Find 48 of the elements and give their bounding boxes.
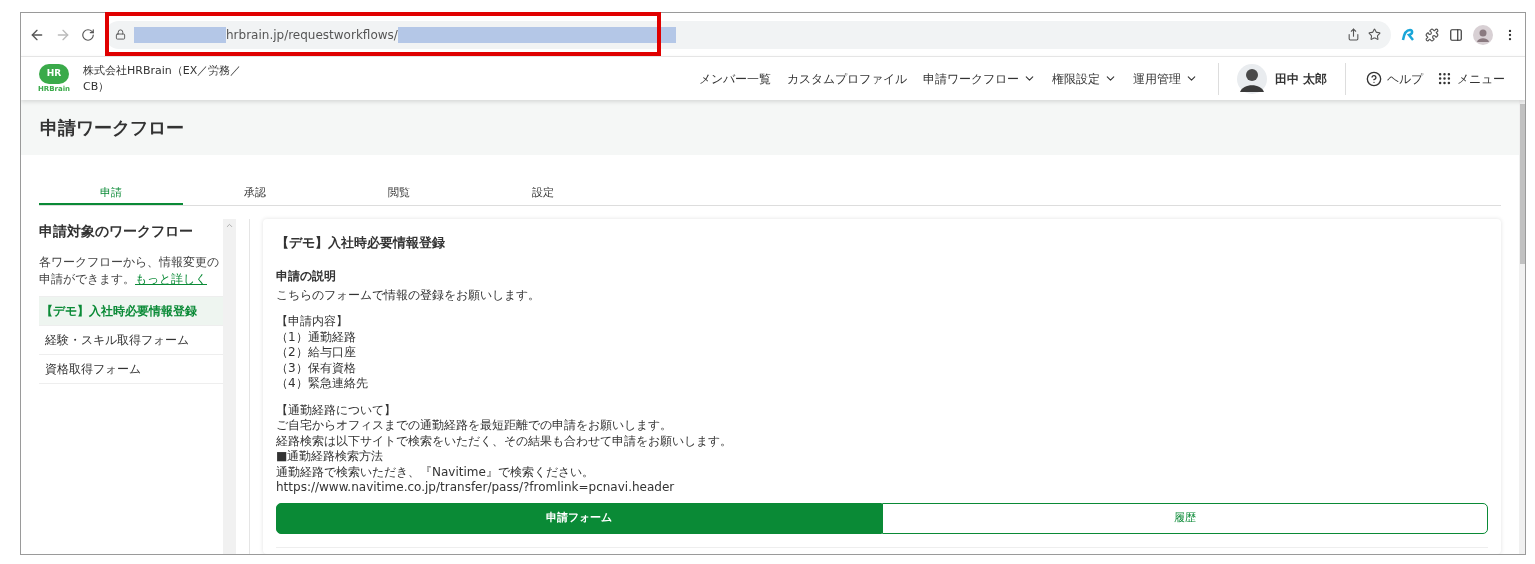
description-line: ■通勤経路検索方法 — [276, 449, 384, 465]
bookmark-star-icon[interactable] — [1368, 28, 1381, 41]
nav-link[interactable]: 運用管理 — [1132, 69, 1198, 88]
company-name: 株式会社HRBrain（EX／労務／CB） — [83, 62, 243, 95]
more-details-link[interactable]: もっと詳しく — [135, 272, 207, 286]
sidebar-description: 各ワークフローから、情報変更の申請ができます。もっと詳しく — [39, 254, 220, 288]
profile-avatar-icon[interactable] — [1473, 24, 1493, 45]
sidebar-title: 申請対象のワークフロー — [39, 222, 194, 241]
lock-icon — [115, 29, 126, 40]
extension-icon[interactable] — [1401, 27, 1415, 42]
app-menu-button[interactable]: メニュー — [1437, 69, 1505, 88]
user-avatar — [1236, 63, 1267, 94]
workflow-item[interactable]: 【デモ】入社時必要情報登録 — [39, 297, 223, 326]
description-line: （2）給与口座 — [276, 345, 356, 361]
page-scrollbar[interactable] — [1519, 100, 1525, 554]
description-line: （1）通勤経路 — [276, 329, 356, 345]
tab[interactable]: 申請 — [39, 183, 183, 205]
description-line: 通勤経路で検索いただき、『Navitime』で検索ください。 — [276, 464, 594, 480]
description-line: （4）緊急連絡先 — [276, 376, 368, 392]
form-tab-button[interactable]: 申請フォーム — [276, 502, 882, 534]
page-title: 申請ワークフロー — [40, 116, 184, 140]
tab[interactable]: 閲覧 — [327, 183, 471, 205]
description-line: 【申請内容】 — [276, 314, 348, 330]
scrollbar[interactable] — [223, 219, 236, 554]
description-line: 【通勤経路について】 — [276, 402, 396, 418]
puzzle-icon[interactable] — [1425, 27, 1439, 42]
grid-icon — [1437, 71, 1452, 86]
reload-icon[interactable] — [81, 27, 95, 42]
description-line: ご自宅からオフィスまでの通勤経路を最短距離での申請をお願いします。 — [276, 418, 672, 434]
url-text: hrbrain.jp/requestworkflows/ — [226, 26, 398, 44]
nav-link[interactable]: メンバー一覧 — [698, 69, 771, 88]
help-link[interactable]: ヘルプ — [1366, 69, 1423, 88]
nav-link[interactable]: 権限設定 — [1051, 69, 1117, 88]
nav-link[interactable]: カスタムプロファイル — [786, 69, 907, 88]
description-line: （3）保有資格 — [276, 360, 356, 376]
side-panel-icon[interactable] — [1449, 27, 1463, 42]
tab[interactable]: 承認 — [183, 183, 327, 205]
section-label: 申請の説明 — [276, 267, 337, 285]
tab[interactable]: 設定 — [471, 183, 615, 205]
share-icon[interactable] — [1347, 28, 1360, 41]
description-line: 経路検索は以下サイトで検索をいただく、その結果も合わせて申請をお願いします。 — [276, 433, 732, 449]
form-tab-button[interactable]: 履歴 — [882, 502, 1488, 534]
user-name[interactable]: 田中 太郎 — [1274, 69, 1327, 88]
description-line: こちらのフォームで情報の登録をお願いします。 — [276, 287, 540, 303]
nav-link[interactable]: 申請ワークフロー — [922, 69, 1036, 88]
help-icon — [1366, 70, 1382, 87]
card-title: 【デモ】入社時必要情報登録 — [276, 234, 446, 252]
description-line: https://www.navitime.co.jp/transfer/pass/?fromlink=pcnavi.header — [276, 480, 675, 496]
